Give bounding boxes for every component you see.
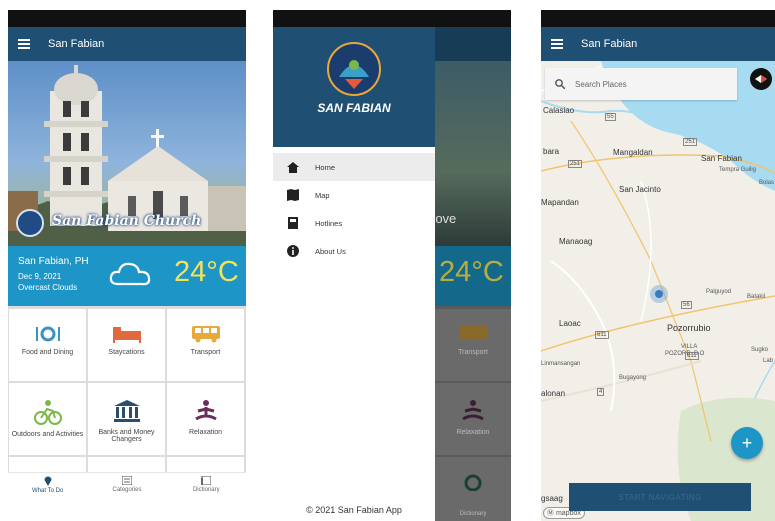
search-input[interactable]: Search Places bbox=[575, 80, 627, 89]
map-label-alonan: alonan bbox=[541, 389, 566, 398]
nav-what-to-do[interactable]: What To Do bbox=[8, 473, 87, 496]
hero-title: San Fabian Church bbox=[52, 213, 202, 229]
road-shield: 56 bbox=[681, 301, 692, 309]
road-shield: 4 bbox=[597, 388, 605, 396]
map-screen: San Fabian Calasiao bara Mangaldan San F bbox=[541, 10, 775, 521]
road-shield: 251 bbox=[568, 160, 583, 168]
map-label-laoac: Laoac bbox=[559, 319, 581, 328]
app-bar: San Fabian bbox=[541, 27, 775, 61]
nav-categories[interactable]: Categories bbox=[87, 473, 166, 496]
list-icon bbox=[121, 476, 132, 485]
map-label-bugayong: Bugayong bbox=[619, 375, 647, 381]
category-relaxation[interactable]: Relaxation bbox=[167, 383, 244, 455]
app-title: San Fabian bbox=[581, 38, 638, 50]
map-label-villa: VILLA bbox=[681, 344, 698, 350]
status-bar bbox=[273, 10, 511, 27]
category-food-and-dining[interactable]: Food and Dining bbox=[9, 309, 86, 381]
menu-item-about-us[interactable]: About Us bbox=[273, 237, 435, 265]
weather-date: Dec 9, 2021 bbox=[18, 272, 62, 281]
drawer-brand: SAN FABIAN bbox=[317, 101, 391, 115]
map-label-mapandan: Mapandan bbox=[541, 198, 579, 207]
map-label-san-fabian: San Fabian bbox=[701, 154, 742, 163]
add-button[interactable]: + bbox=[731, 427, 763, 459]
map-label-mangaldan: Mangaldan bbox=[613, 148, 653, 157]
status-bar bbox=[8, 10, 246, 27]
info-icon bbox=[287, 245, 299, 257]
drawer-screen: rove 24°C Transport Relaxation Dictionar… bbox=[273, 10, 511, 521]
navigation-drawer: SAN FABIAN Home Map Hotlines About Us © … bbox=[273, 27, 435, 521]
yoga-icon bbox=[462, 400, 484, 421]
map-label-lab: Lab bbox=[763, 358, 774, 364]
search-places-bar[interactable]: Search Places bbox=[545, 68, 737, 100]
map-label-bolas: Bolas bbox=[759, 180, 775, 186]
category-label: Outdoors and Activities bbox=[11, 431, 84, 438]
weather-temperature: 24°C bbox=[174, 256, 239, 288]
categories-grid-area: Food and Dining Staycations Transport Ou… bbox=[8, 306, 246, 521]
cloud-icon bbox=[109, 262, 151, 286]
map-label-tempra-guilig: Tempra Guilig bbox=[719, 167, 757, 173]
map-label-palguyod: Palguyod bbox=[706, 289, 732, 295]
map-label-gsaag: gsaag bbox=[541, 494, 563, 503]
hero-banner[interactable]: San Fabian Church bbox=[8, 61, 246, 246]
yoga-icon bbox=[194, 400, 217, 421]
category-outdoors-and-activities[interactable]: Outdoors and Activities bbox=[9, 383, 86, 455]
map-label-batakil: Batakil bbox=[747, 294, 766, 300]
weather-card: San Fabian, PH Dec 9, 2021 Overcast Clou… bbox=[8, 246, 246, 306]
category-label: Relaxation bbox=[188, 429, 223, 436]
menu-item-map[interactable]: Map bbox=[273, 181, 435, 209]
category-transport[interactable]: Transport bbox=[167, 309, 244, 381]
map-label-calasiao: Calasiao bbox=[543, 106, 575, 115]
compass-icon bbox=[755, 75, 767, 83]
home-icon bbox=[287, 161, 299, 173]
category-label: Transport bbox=[190, 349, 221, 356]
road-shield: 55 bbox=[605, 113, 616, 121]
category-staycations[interactable]: Staycations bbox=[88, 309, 165, 381]
drawer-menu: Home Map Hotlines About Us bbox=[273, 153, 435, 265]
dictionary-icon bbox=[201, 476, 212, 485]
menu-icon[interactable] bbox=[18, 39, 30, 49]
start-navigating-button[interactable]: START NAVIGATING bbox=[569, 483, 751, 511]
bus-icon bbox=[191, 326, 220, 343]
background-temperature: 24°C bbox=[439, 256, 504, 288]
app-title: San Fabian bbox=[48, 38, 105, 50]
church-logo bbox=[16, 209, 44, 237]
menu-item-home[interactable]: Home bbox=[273, 153, 435, 181]
san-fabian-logo bbox=[327, 42, 381, 96]
bottom-navigation: What To Do Categories Dictionary bbox=[8, 472, 246, 496]
bike-icon bbox=[33, 400, 62, 425]
food-icon bbox=[35, 326, 60, 342]
compass-button[interactable] bbox=[750, 68, 772, 90]
recycle-icon bbox=[464, 474, 482, 491]
category-label: Banks and Money Changers bbox=[98, 429, 155, 443]
menu-item-hotlines[interactable]: Hotlines bbox=[273, 209, 435, 237]
map-label-sugcong: Sugko bbox=[751, 347, 769, 353]
category-banks-and-money-changers[interactable]: Banks and Money Changers bbox=[88, 383, 165, 455]
road-shield: 611 bbox=[595, 331, 609, 339]
map-label-manaoag: Manaoag bbox=[559, 237, 593, 246]
nav-dictionary[interactable]: Dictionary bbox=[167, 473, 246, 496]
hotline-icon bbox=[288, 217, 298, 229]
bed-icon bbox=[112, 327, 141, 343]
home-screen: San Fabian San Fabian Church San Fabian,… bbox=[8, 10, 246, 521]
weather-location: San Fabian, PH bbox=[18, 256, 89, 267]
drawer-footer: © 2021 San Fabian App bbox=[306, 505, 402, 515]
category-label: Food and Dining bbox=[21, 349, 74, 356]
bank-icon bbox=[113, 400, 140, 422]
map-label-bara: bara bbox=[543, 147, 560, 156]
weather-description: Overcast Clouds bbox=[18, 283, 78, 292]
search-icon bbox=[555, 79, 565, 89]
app-bar: San Fabian bbox=[8, 27, 246, 61]
map-icon bbox=[287, 189, 299, 201]
menu-icon[interactable] bbox=[551, 39, 563, 49]
status-bar bbox=[541, 10, 775, 27]
map-label-pozorrubio: Pozorrubio bbox=[667, 323, 711, 333]
location-pin-icon bbox=[44, 476, 52, 486]
road-shield: 611 bbox=[685, 352, 699, 360]
road-shield: 251 bbox=[683, 138, 698, 146]
map-label-binmansangan: Linmansangan bbox=[541, 361, 581, 367]
bus-icon bbox=[459, 326, 487, 339]
drawer-header: SAN FABIAN bbox=[273, 27, 435, 147]
map-label-san-jacinto: San Jacinto bbox=[619, 185, 661, 194]
category-label: Staycations bbox=[108, 349, 145, 356]
